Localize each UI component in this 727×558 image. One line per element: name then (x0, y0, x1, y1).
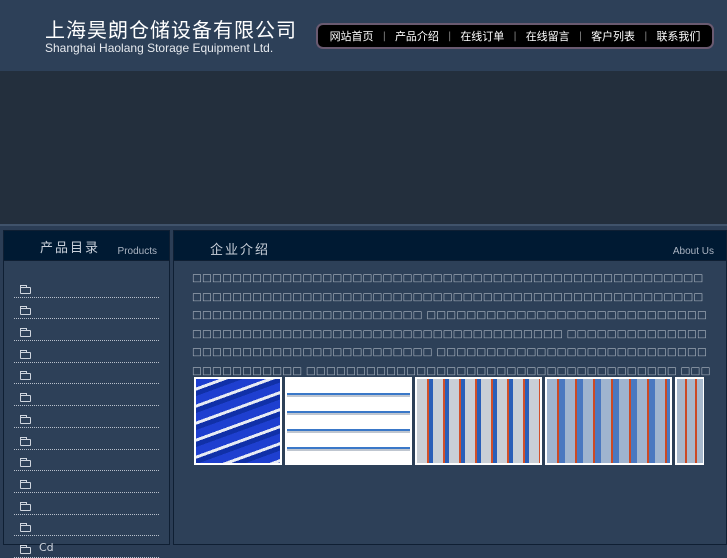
category-item[interactable] (14, 493, 159, 515)
about-text: □□□□□□□□□□□□□□□□□□□□□□□□□□□□□□□□□□□□□□□□… (192, 272, 711, 376)
about-header: 企业介绍 About Us (174, 231, 726, 261)
category-item[interactable] (14, 276, 159, 298)
nav-contact[interactable]: 联系我们 (647, 28, 709, 44)
category-item[interactable] (14, 406, 159, 428)
product-image[interactable] (675, 377, 704, 465)
folder-open-icon (20, 284, 31, 294)
folder-open-icon (20, 414, 31, 424)
category-item[interactable] (14, 471, 159, 493)
main-nav: 网站首页 | 产品介绍 | 在线订单 | 在线留言 | 客户列表 | 联系我们 (316, 23, 714, 49)
product-sidebar: 产品目录 Products Cd (3, 230, 170, 558)
product-gallery (194, 377, 704, 465)
product-image[interactable] (545, 377, 672, 465)
folder-open-icon (20, 306, 31, 316)
category-list: Cd (4, 261, 169, 558)
category-item[interactable] (14, 341, 159, 363)
category-label: Cd (39, 540, 54, 554)
nav-home[interactable]: 网站首页 (321, 28, 383, 44)
category-item[interactable] (14, 363, 159, 385)
category-item[interactable]: Cd (14, 536, 159, 558)
sidebar-subtitle: Products (117, 246, 157, 257)
company-name-cn: 上海昊朗仓储设备有限公司 (45, 18, 297, 42)
folder-open-icon (20, 479, 31, 489)
folder-open-icon (20, 349, 31, 359)
banner (0, 71, 727, 226)
nav-message[interactable]: 在线留言 (517, 28, 579, 44)
sidebar-title: 产品目录 (40, 241, 101, 256)
category-item[interactable] (14, 450, 159, 472)
nav-clients[interactable]: 客户列表 (582, 28, 644, 44)
folder-open-icon (20, 501, 31, 511)
about-subtitle: About Us (672, 246, 714, 257)
company-name-en: Shanghai Haolang Storage Equipment Ltd. (45, 41, 274, 55)
nav-products[interactable]: 产品介绍 (386, 28, 448, 44)
category-item[interactable] (14, 515, 159, 537)
product-image[interactable] (415, 377, 542, 465)
product-image[interactable] (194, 377, 282, 465)
folder-open-icon (20, 328, 31, 338)
product-image[interactable] (285, 377, 412, 465)
folder-open-icon (20, 458, 31, 468)
category-item[interactable] (14, 319, 159, 342)
folder-open-icon (20, 393, 31, 403)
category-item[interactable] (14, 428, 159, 450)
folder-open-icon (20, 523, 31, 533)
about-panel: 企业介绍 About Us □□□□□□□□□□□□□□□□□□□□□□□□□□… (173, 230, 727, 545)
header: 上海昊朗仓储设备有限公司 Shanghai Haolang Storage Eq… (0, 0, 727, 71)
sidebar-header: 产品目录 Products (4, 231, 169, 261)
folder-open-icon (20, 544, 31, 554)
about-title: 企业介绍 (210, 243, 271, 258)
folder-open-icon (20, 436, 31, 446)
category-item[interactable] (14, 384, 159, 407)
folder-open-icon (20, 371, 31, 381)
nav-order[interactable]: 在线订单 (451, 28, 513, 44)
category-item[interactable] (14, 298, 159, 320)
